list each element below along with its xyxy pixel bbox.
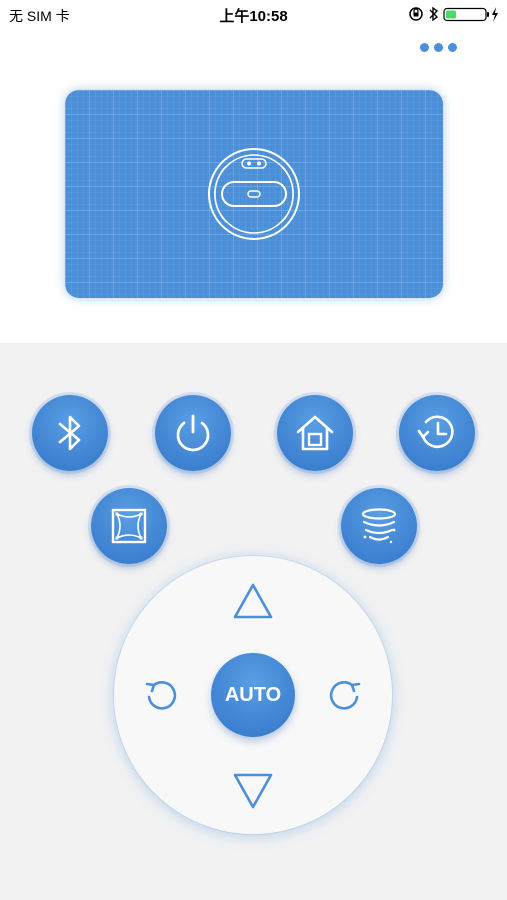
move-forward-button[interactable]: [228, 578, 278, 624]
edge-clean-icon: [111, 508, 147, 544]
rotate-right-icon: [329, 681, 361, 710]
robot-vacuum-icon: [208, 148, 300, 240]
rotate-left-button[interactable]: [138, 672, 184, 718]
status-icons: [409, 5, 501, 23]
orientation-lock-icon: [409, 7, 423, 21]
home-icon: [296, 415, 334, 451]
edge-clean-button[interactable]: [91, 488, 167, 564]
battery-icon: [443, 7, 489, 22]
history-button[interactable]: [399, 395, 475, 471]
dot: [448, 42, 457, 52]
home-button[interactable]: [277, 395, 353, 471]
spot-clean-icon: [361, 508, 397, 544]
direction-pad: AUTO: [114, 556, 392, 834]
spot-clean-button[interactable]: [341, 488, 417, 564]
move-backward-button[interactable]: [228, 768, 278, 814]
more-dots-icon[interactable]: [420, 40, 466, 54]
auto-button[interactable]: AUTO: [211, 653, 295, 737]
bluetooth-icon: [429, 6, 439, 22]
charging-icon: [492, 7, 498, 22]
power-button[interactable]: [155, 395, 231, 471]
status-bar: 无 SIM 卡 上午10:58: [0, 0, 507, 28]
arrow-up-icon: [233, 583, 273, 619]
rotate-right-button[interactable]: [322, 672, 368, 718]
bluetooth-icon: [58, 415, 81, 451]
history-icon: [417, 415, 454, 449]
bluetooth-button[interactable]: [32, 395, 108, 471]
power-icon: [176, 414, 210, 452]
map-card: [65, 90, 443, 298]
dot: [434, 42, 443, 52]
dot: [420, 42, 429, 52]
arrow-down-icon: [233, 773, 273, 809]
rotate-left-icon: [145, 681, 177, 710]
